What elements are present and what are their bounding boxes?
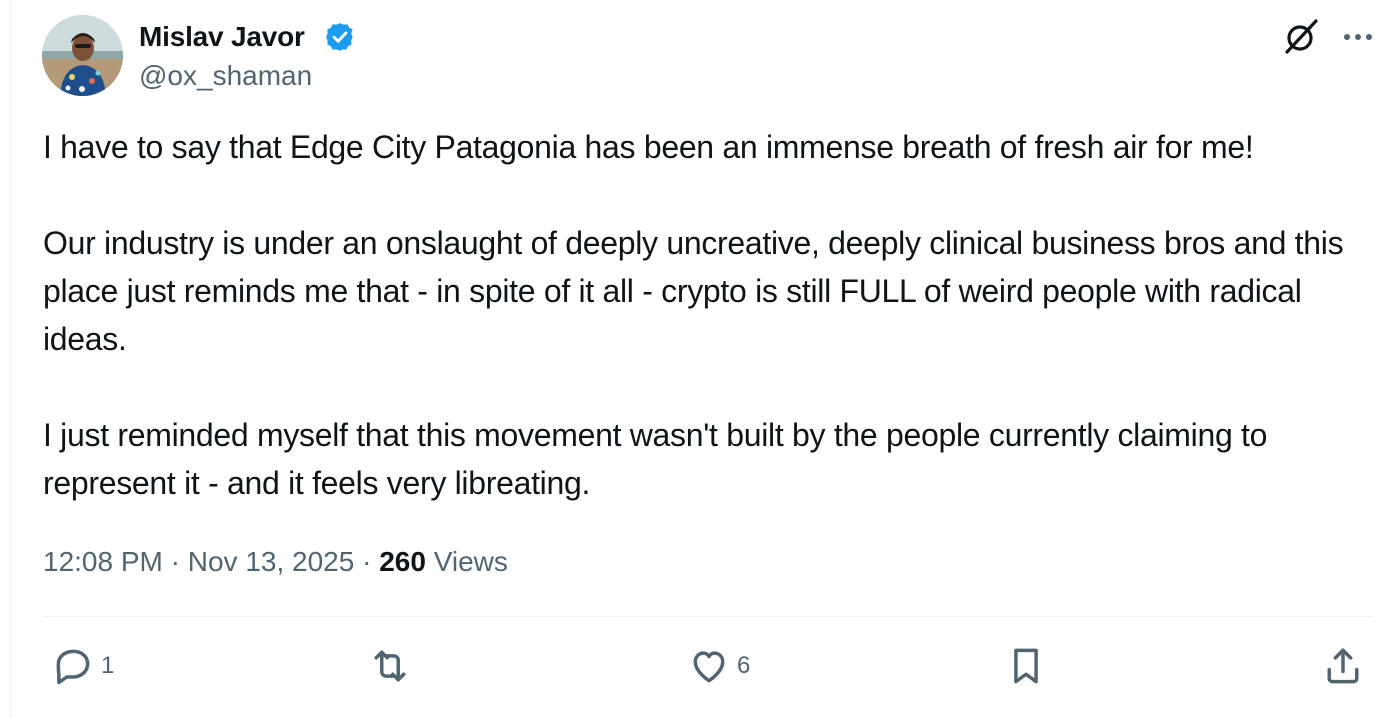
bookmark-button[interactable] [1004,644,1048,688]
tweet-date[interactable]: Nov 13, 2025 [188,546,355,577]
retweet-button[interactable] [368,644,418,688]
avatar[interactable] [42,15,123,96]
views-label: Views [433,546,508,577]
avatar-photo [42,15,123,96]
grok-icon[interactable] [1282,18,1320,56]
tweet-text: I have to say that Edge City Patagonia h… [43,129,1344,501]
heart-icon [693,651,725,683]
share-icon [1327,648,1359,684]
verified-badge-icon [326,23,353,51]
reply-count: 1 [101,652,115,679]
views-count[interactable]: 260 [379,546,426,577]
divider [43,616,1373,617]
reply-icon [56,649,90,685]
bookmark-icon [1014,648,1038,684]
display-name[interactable]: Mislav Javor [139,20,305,54]
meta-separator: · [362,546,372,577]
retweet-icon [374,650,406,682]
meta-separator: · [170,546,180,577]
like-button[interactable]: 6 [687,644,750,688]
like-count: 6 [737,652,751,679]
tweet-card: Mislav Javor @ox_shaman I have to say th… [10,0,1392,718]
more-options-icon[interactable] [1340,24,1376,50]
share-button[interactable] [1321,644,1365,688]
reply-button[interactable]: 1 [51,644,114,688]
tweet-time[interactable]: 12:08 PM [43,546,163,577]
handle[interactable]: @ox_shaman [139,59,312,93]
tweet-meta: 12:08 PM · Nov 13, 2025 · 260 Views [43,542,508,582]
